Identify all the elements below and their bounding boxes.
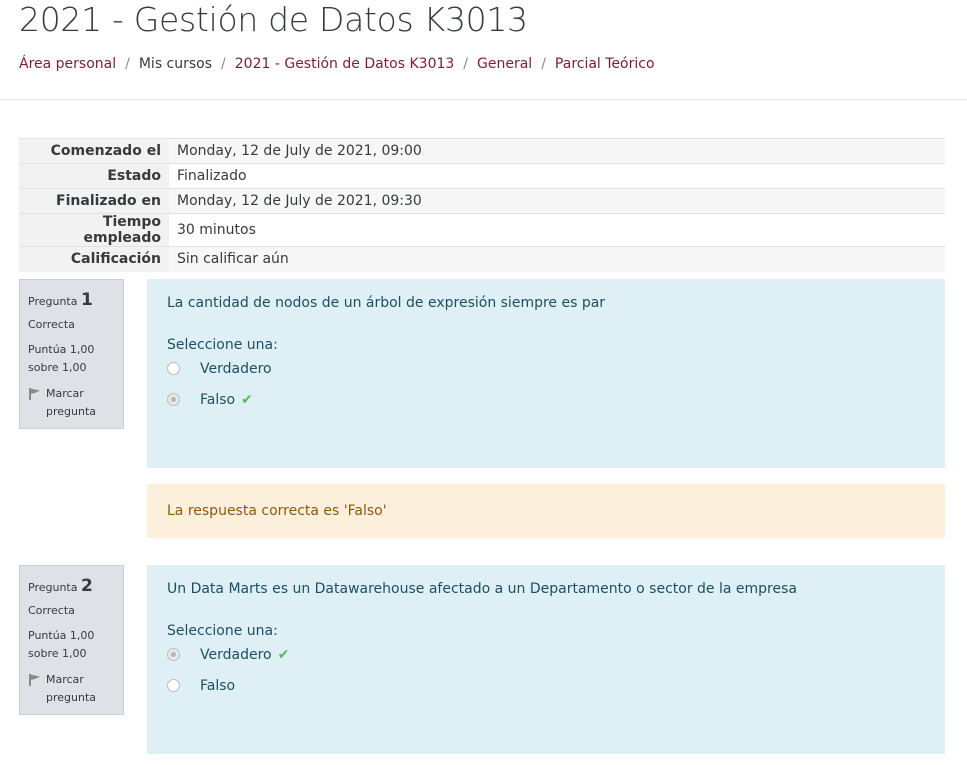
breadcrumb-item-area-personal[interactable]: Área personal (19, 56, 116, 72)
breadcrumb-item-course[interactable]: 2021 - Gestión de Datos K3013 (235, 56, 455, 72)
check-icon: ✔ (277, 646, 290, 663)
summary-row: Calificación Sin calificar aún (19, 246, 945, 272)
question-grade: Puntúa 1,00 sobre 1,00 (28, 627, 98, 663)
summary-label: Finalizado en (19, 188, 169, 214)
answer-label: Verdadero (200, 360, 272, 377)
flag-label: pregunta (46, 405, 97, 418)
answer-label: Falso (200, 677, 236, 694)
summary-row: Estado Finalizado (19, 163, 945, 189)
grade-line: Puntúa 1,00 (28, 629, 95, 642)
question-prefix: Pregunta (28, 581, 78, 594)
question-prefix: Pregunta (28, 295, 78, 308)
grade-line: sobre 1,00 (28, 647, 87, 660)
question-info-1: Pregunta 1 Correcta Puntúa 1,00 sobre 1,… (19, 279, 124, 429)
question-number-value: 1 (80, 290, 93, 310)
flag-label: Marcar (46, 673, 84, 686)
grade-line: Puntúa 1,00 (28, 343, 95, 356)
grade-line: sobre 1,00 (28, 361, 87, 374)
flag-question-link[interactable]: Marcar pregunta (28, 385, 115, 421)
question-number: Pregunta 1 (28, 290, 115, 310)
summary-row: Finalizado en Monday, 12 de July de 2021… (19, 188, 945, 214)
question-feedback-1: La respuesta correcta es 'Falso' (147, 484, 945, 538)
attempt-summary-table: Comenzado el Monday, 12 de July de 2021,… (19, 138, 945, 272)
flag-label: pregunta (46, 691, 97, 704)
question-state: Correcta (28, 318, 75, 331)
page-title: 2021 - Gestión de Datos K3013 (19, 0, 528, 39)
question-formulation-1: La cantidad de nodos de un árbol de expr… (147, 279, 945, 468)
question-number: Pregunta 2 (28, 576, 115, 596)
answer-radio[interactable] (167, 393, 180, 406)
flag-icon (29, 674, 40, 686)
breadcrumb-item-mis-cursos: Mis cursos (138, 56, 213, 72)
select-prompt: Seleccione una: (167, 623, 278, 639)
summary-value: Sin calificar aún (169, 246, 945, 272)
question-text: Un Data Marts es un Datawarehouse afecta… (167, 581, 797, 597)
summary-value: 30 minutos (169, 213, 945, 247)
summary-row: Comenzado el Monday, 12 de July de 2021,… (19, 138, 945, 164)
answer-option: Falso ✔ (167, 384, 925, 415)
breadcrumb-separator: / (463, 56, 469, 72)
breadcrumb-separator: / (541, 56, 546, 72)
question-text: La cantidad de nodos de un árbol de expr… (167, 295, 606, 311)
answer-option: Falso (167, 670, 925, 701)
question-number-value: 2 (80, 576, 93, 596)
breadcrumb-separator: / (125, 56, 130, 72)
answer-label: Verdadero (200, 646, 272, 663)
flag-label: Marcar (46, 387, 84, 400)
select-prompt: Seleccione una: (167, 337, 278, 353)
breadcrumb: Área personal / Mis cursos / 2021 - Gest… (19, 56, 655, 72)
check-icon: ✔ (241, 391, 253, 408)
flag-question-link[interactable]: Marcar pregunta (28, 671, 115, 707)
correct-answer-text: La respuesta correcta es 'Falso' (167, 503, 387, 519)
answer-option: Verdadero ✔ (167, 639, 925, 670)
breadcrumb-separator: / (221, 56, 226, 72)
answer-radio[interactable] (167, 648, 180, 661)
summary-label: Estado (19, 163, 169, 189)
summary-value: Monday, 12 de July de 2021, 09:00 (169, 138, 945, 164)
summary-value: Monday, 12 de July de 2021, 09:30 (169, 188, 945, 214)
question-info-2: Pregunta 2 Correcta Puntúa 1,00 sobre 1,… (19, 565, 124, 715)
summary-row: Tiempo empleado 30 minutos (19, 213, 945, 247)
question-formulation-2: Un Data Marts es un Datawarehouse afecta… (147, 565, 945, 754)
summary-value: Finalizado (169, 163, 945, 189)
answer-radio[interactable] (167, 679, 180, 692)
breadcrumb-item-general[interactable]: General (477, 56, 532, 72)
question-state: Correcta (28, 604, 75, 617)
summary-label: Calificación (19, 246, 169, 272)
question-grade: Puntúa 1,00 sobre 1,00 (28, 341, 98, 377)
summary-label: Tiempo empleado (19, 213, 169, 247)
answer-option: Verdadero (167, 353, 925, 384)
page-header: 2021 - Gestión de Datos K3013 Área perso… (0, 0, 967, 100)
answer-label: Falso (200, 391, 236, 408)
answer-radio[interactable] (167, 362, 180, 375)
breadcrumb-item-parcial-teorico[interactable]: Parcial Teórico (555, 56, 655, 72)
flag-icon (29, 388, 40, 400)
summary-label: Comenzado el (19, 138, 169, 164)
